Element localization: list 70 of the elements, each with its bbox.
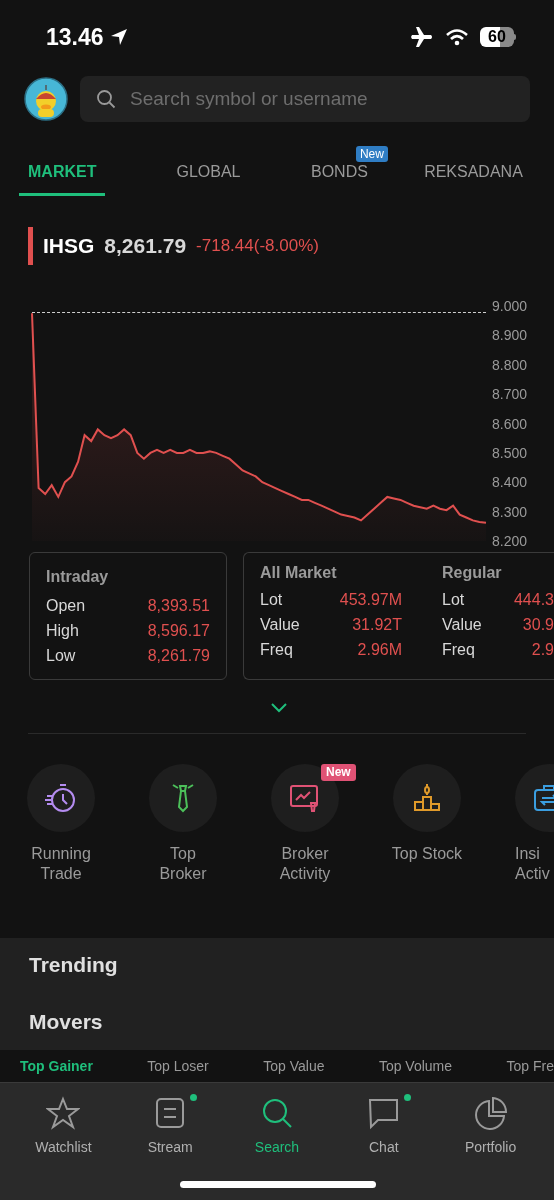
axis-label: 8.200 xyxy=(492,533,528,549)
stat-value: 8,393.51 xyxy=(147,596,210,616)
chat-bubble-icon xyxy=(366,1096,401,1130)
search-icon xyxy=(96,89,116,109)
airplane-icon xyxy=(410,26,434,48)
pie-chart-icon xyxy=(473,1096,508,1130)
shortcut-label[interactable]: Running Trade xyxy=(23,844,99,884)
clock-time: 13.46 xyxy=(46,22,104,52)
location-arrow-icon xyxy=(109,28,128,46)
category-tab[interactable]: GLOBAL xyxy=(167,148,250,196)
search-icon xyxy=(260,1096,294,1130)
stat-label: Freq xyxy=(260,640,293,660)
stat-label: Value xyxy=(442,615,482,635)
movers-tab[interactable]: Top Loser xyxy=(147,1055,209,1077)
stat-label: Value xyxy=(260,615,300,635)
shortcut-label[interactable]: Top Broker xyxy=(145,844,221,884)
stat-value: 30.9 xyxy=(522,615,554,635)
axis-label: 8.800 xyxy=(492,356,528,373)
category-tab[interactable]: REKSADANA xyxy=(415,148,532,196)
card-title: All Market xyxy=(260,563,338,583)
card-title: Regular xyxy=(442,563,503,583)
axis-label: 8.300 xyxy=(492,503,528,520)
nav-tab[interactable]: Watchlist xyxy=(15,1093,112,1158)
axis-label: 8.900 xyxy=(492,327,528,344)
card-title: Intraday xyxy=(46,567,110,587)
search-field[interactable]: Search symbol or username xyxy=(80,76,530,122)
stat-value: 8,261.79 xyxy=(147,646,210,666)
section-heading[interactable]: Trending xyxy=(29,950,525,1007)
movers-tab[interactable]: Top Fre xyxy=(506,1055,554,1077)
axis-label: 8.500 xyxy=(492,444,528,461)
movers-tab[interactable]: Top Value xyxy=(263,1055,325,1077)
stat-label: Freq xyxy=(442,640,475,660)
shortcut-label[interactable]: Top Stock xyxy=(389,844,465,864)
stat-label: Lot xyxy=(260,590,283,610)
new-badge: New xyxy=(355,146,388,162)
axis-label: 8.600 xyxy=(492,415,528,432)
axis-label: 9.000 xyxy=(492,298,528,314)
index-change: -718.44(-8.00%) xyxy=(196,235,319,258)
stopwatch-icon xyxy=(44,781,78,815)
stat-label: High xyxy=(46,621,79,641)
wifi-icon xyxy=(446,28,468,46)
axis-label: 8.700 xyxy=(492,386,528,403)
avatar-icon[interactable] xyxy=(24,77,68,121)
movers-tab[interactable]: Top Gainer xyxy=(20,1055,93,1077)
stat-value: 453.97M xyxy=(339,590,402,610)
stat-label: Open xyxy=(46,596,86,616)
chevron-down-icon[interactable] xyxy=(269,702,288,713)
nav-tab[interactable]: Search xyxy=(229,1093,325,1158)
axis-label: 8.400 xyxy=(492,474,528,491)
stat-label: Lot xyxy=(442,590,465,610)
stat-value: 8,596.17 xyxy=(147,621,210,641)
nav-tab[interactable]: Portfolio xyxy=(442,1093,539,1158)
stat-value: 444.3 xyxy=(513,590,554,610)
search-input[interactable]: Search symbol or username xyxy=(130,84,514,114)
index-value: 8,261.79 xyxy=(104,233,187,260)
stat-value: 2.96M xyxy=(357,640,402,660)
movers-tab[interactable]: Top Volume xyxy=(378,1055,453,1077)
star-icon xyxy=(46,1096,81,1130)
index-name: IHSG xyxy=(43,233,95,260)
accent-bar xyxy=(28,227,33,265)
nav-tab[interactable]: Stream xyxy=(122,1093,219,1158)
battery-level: 60 xyxy=(480,27,514,47)
category-tab[interactable]: MARKET xyxy=(19,148,106,196)
new-badge: New xyxy=(321,764,356,781)
stat-label: Low xyxy=(46,646,76,666)
nav-tab[interactable]: Chat xyxy=(335,1093,432,1158)
stat-value: 31.92T xyxy=(352,615,402,635)
shortcut-label[interactable]: Insi Activ xyxy=(488,844,554,884)
stat-value: 2.9 xyxy=(531,640,554,660)
shortcut-label[interactable]: Broker Activity xyxy=(267,844,343,884)
